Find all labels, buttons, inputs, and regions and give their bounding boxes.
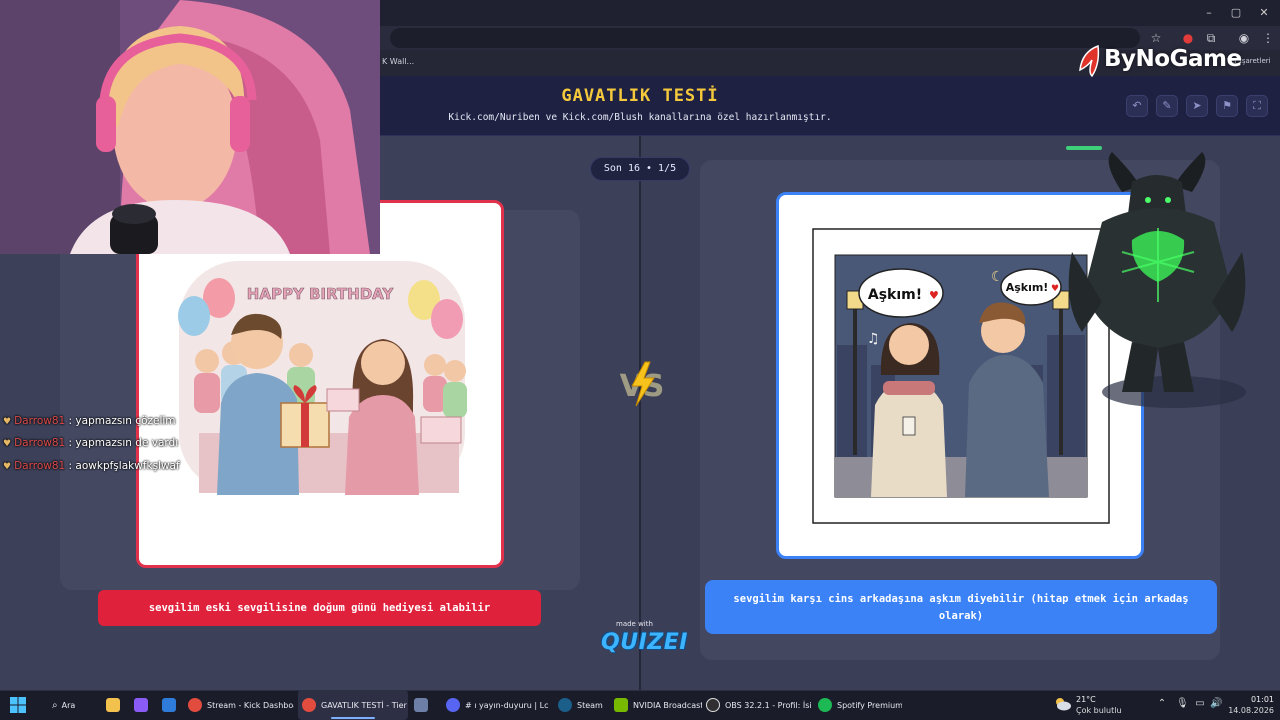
taskbar-item-spotify[interactable]: Spotify Premium: [818, 690, 902, 720]
moon-icon: ☾: [991, 269, 1004, 285]
heart-icon: ♥: [1051, 284, 1059, 294]
app-icon: [414, 698, 428, 712]
discord-icon: [446, 698, 460, 712]
bookmark-star-icon[interactable]: ☆: [1148, 30, 1164, 46]
speech-bubble-left: Aşkım! ♥: [858, 268, 944, 318]
browser-tab-strip: [380, 0, 1280, 26]
choice-caption-left[interactable]: sevgilim eski sevgilisine doğum günü hed…: [98, 590, 541, 626]
heart-icon: ♥: [3, 462, 12, 472]
weather-cloud-icon: [1056, 698, 1071, 711]
chat-username: Darrow81: [14, 415, 66, 427]
app-button[interactable]: [134, 690, 152, 720]
taskbar-item-chrome-kick[interactable]: Stream - Kick Dashboar: [188, 690, 294, 720]
undo-button[interactable]: ↶: [1126, 95, 1148, 117]
extensions-puzzle-icon[interactable]: ⧉: [1203, 30, 1219, 46]
start-button[interactable]: [10, 690, 32, 720]
weather-temperature[interactable]: 21°C: [1076, 695, 1096, 704]
maximize-button[interactable]: ▢: [1227, 4, 1245, 22]
quizei-logo: QUIZEI: [601, 630, 688, 655]
bubble-text-right: Aşkım!: [1006, 281, 1049, 294]
speech-bubble-right: Aşkım! ♥: [1000, 268, 1062, 306]
network-icon[interactable]: ▭: [1194, 697, 1206, 711]
chat-text: : yapmazsın de vardı: [68, 437, 179, 449]
loading-indicator: [1066, 146, 1102, 150]
extension-icon[interactable]: ●: [1180, 30, 1196, 46]
versus-icon: VS: [620, 361, 664, 407]
spotify-icon: [818, 698, 832, 712]
chat-username: Darrow81: [14, 460, 66, 472]
weather-description[interactable]: Çok bulutlu: [1076, 706, 1122, 715]
chat-username: Darrow81: [14, 437, 66, 449]
chat-message: ♥ Darrow81 : aowkpfşlakwfkşlwaf: [3, 460, 180, 472]
edit-button[interactable]: ✎: [1156, 95, 1178, 117]
birthday-banner-text: HAPPY BIRTHDAY: [247, 285, 395, 303]
bookmark-item[interactable]: K Wall...: [382, 57, 414, 66]
mail-icon: [162, 698, 176, 712]
monster-overlay: [1068, 152, 1246, 408]
profile-avatar-icon[interactable]: ◉: [1236, 30, 1252, 46]
app-button[interactable]: [414, 690, 432, 720]
steam-icon: [558, 698, 572, 712]
heart-icon: ♥: [929, 289, 939, 302]
sponsor-logo: ByNoGame: [1104, 46, 1242, 72]
microphone-icon[interactable]: 🎙: [1176, 697, 1189, 711]
progress-indicator: Son 16 • 1/5: [590, 157, 690, 181]
report-flag-button[interactable]: ⚑: [1216, 95, 1238, 117]
sponsor-logo-icon: [1079, 44, 1100, 78]
heart-icon: ♥: [3, 439, 12, 449]
choice-card-left[interactable]: HAPPY BIRTHDAY: [136, 200, 504, 568]
webcam-overlay: [0, 0, 380, 254]
chevron-up-icon[interactable]: ⌃: [1156, 697, 1168, 711]
taskbar-search[interactable]: ⌕ Ara: [52, 690, 98, 720]
chrome-icon: [302, 698, 316, 712]
address-field[interactable]: [390, 28, 1140, 48]
chat-message: ♥ Darrow81 : yapmazsın çözelim: [3, 415, 176, 427]
chat-text: : yapmazsın çözelim: [68, 415, 176, 427]
minimize-button[interactable]: –: [1200, 4, 1218, 22]
windows-logo-icon: [10, 697, 26, 713]
taskbar-item-obs[interactable]: OBS 32.2.1 - Profil: İsims: [706, 690, 812, 720]
taskbar-item-chrome-quiz[interactable]: GAVATLIK TESTİ - Tier Li: [298, 690, 408, 720]
music-note-icon: ♫: [867, 331, 880, 347]
mail-button[interactable]: [162, 690, 180, 720]
taskbar-item-steam[interactable]: Steam: [558, 690, 608, 720]
app-icon: [134, 698, 148, 712]
fullscreen-button[interactable]: ⛶: [1246, 95, 1268, 117]
share-button[interactable]: ➤: [1186, 95, 1208, 117]
heart-icon: ♥: [3, 417, 12, 427]
browser-menu-icon[interactable]: ⋮: [1260, 30, 1276, 46]
file-explorer-button[interactable]: [106, 690, 124, 720]
chat-message: ♥ Darrow81 : yapmazsın de vardı: [3, 437, 178, 449]
taskbar-item-discord[interactable]: # ı yayın-duyuru | Lc: [446, 690, 550, 720]
nvidia-icon: [614, 698, 628, 712]
chrome-icon: [188, 698, 202, 712]
made-with-label: made with: [616, 620, 653, 628]
bubble-text-left: Aşkım!: [868, 287, 922, 303]
chat-text: : aowkpfşlakwfkşlwaf: [68, 460, 180, 472]
birthday-party-illustration: HAPPY BIRTHDAY: [178, 261, 467, 495]
search-icon: ⌕: [52, 699, 58, 711]
center-divider: [639, 136, 641, 690]
choice-caption-right[interactable]: sevgilim karşı cins arkadaşına aşkım diy…: [705, 580, 1217, 634]
close-button[interactable]: ✕: [1255, 4, 1273, 22]
clock-time[interactable]: 01:01: [1234, 695, 1274, 704]
folder-icon: [106, 698, 120, 712]
taskbar-item-nvidia[interactable]: NVIDIA Broadcast: [614, 690, 702, 720]
clock-date[interactable]: 14.08.2026: [1224, 706, 1274, 715]
volume-icon[interactable]: 🔊: [1210, 697, 1222, 711]
obs-icon: [706, 698, 720, 712]
